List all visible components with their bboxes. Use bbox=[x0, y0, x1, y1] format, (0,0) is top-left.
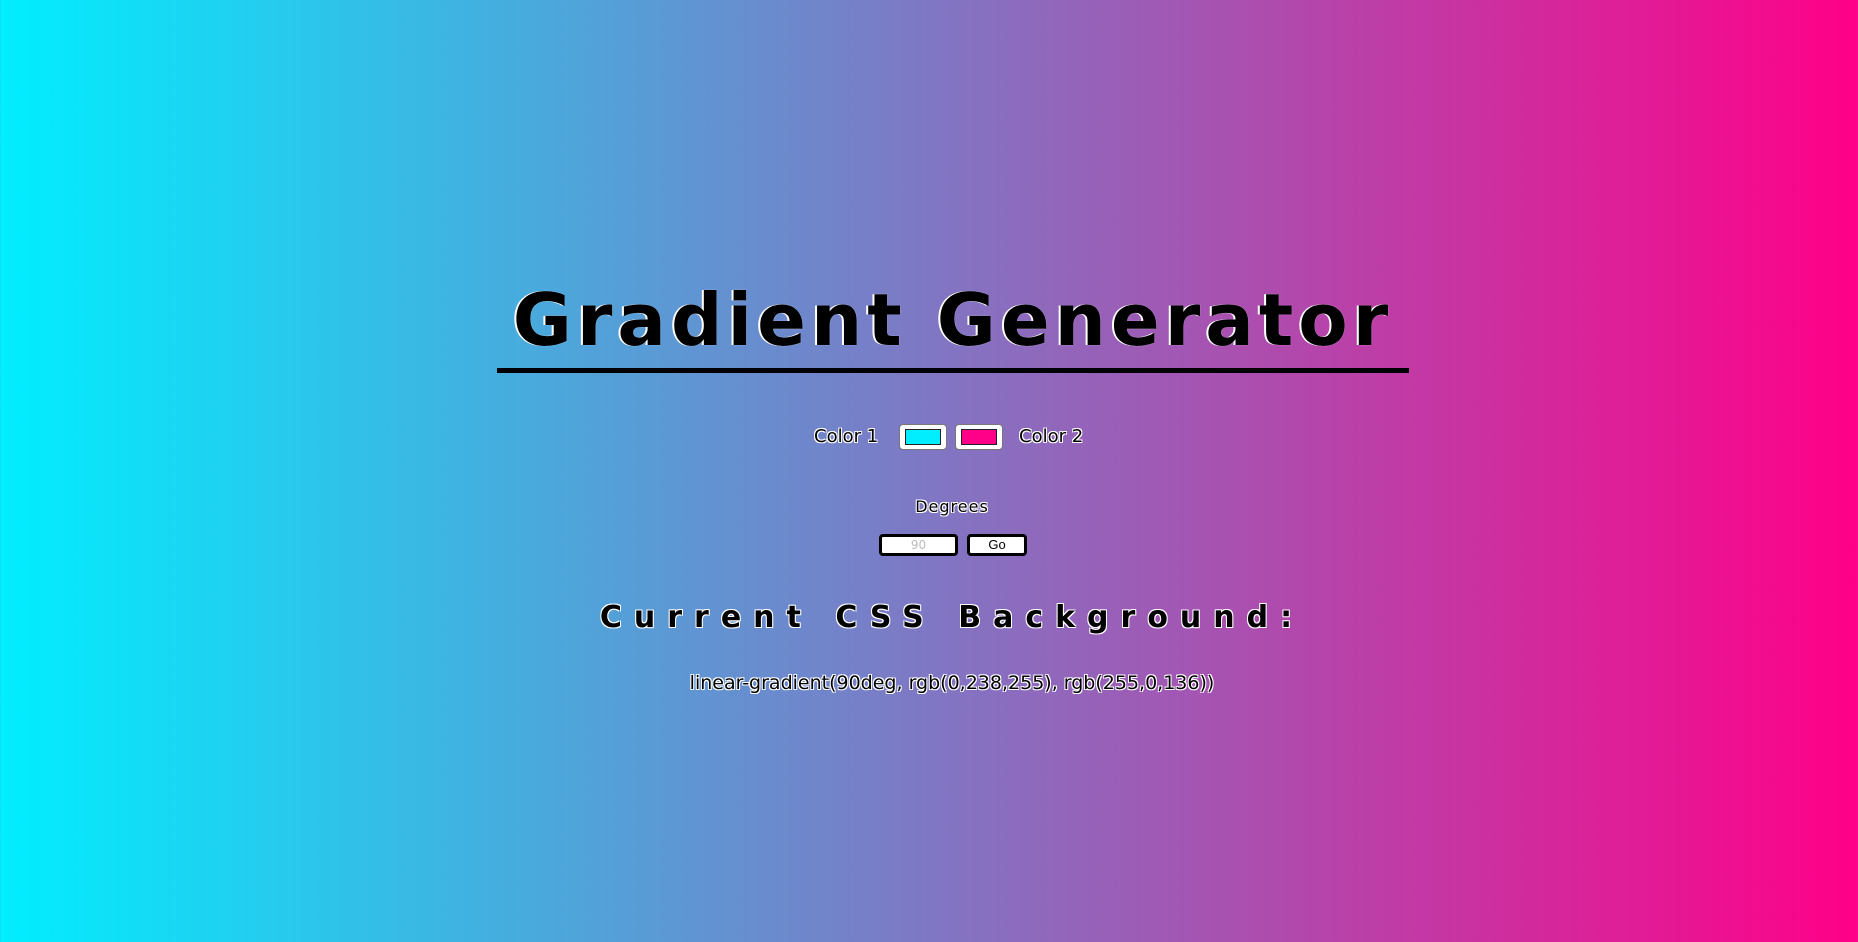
degrees-label: Degrees bbox=[915, 497, 989, 516]
css-background-heading: Current CSS Background: bbox=[599, 600, 1305, 635]
color2-picker[interactable] bbox=[955, 424, 1003, 450]
color-picker-row: Color 1 Color 2 bbox=[0, 422, 1858, 452]
color2-swatch bbox=[961, 429, 997, 445]
color1-picker[interactable] bbox=[899, 424, 947, 450]
css-background-value: linear-gradient(90deg, rgb(0,238,255), r… bbox=[689, 672, 1215, 694]
degrees-input[interactable] bbox=[879, 534, 958, 556]
go-button[interactable]: Go bbox=[967, 534, 1027, 556]
color2-label: Color 2 bbox=[1019, 426, 1084, 447]
color1-label: Color 1 bbox=[814, 426, 879, 447]
page-title: Gradient Generator bbox=[512, 278, 1394, 362]
color1-swatch bbox=[905, 429, 941, 445]
title-underline bbox=[497, 368, 1409, 373]
